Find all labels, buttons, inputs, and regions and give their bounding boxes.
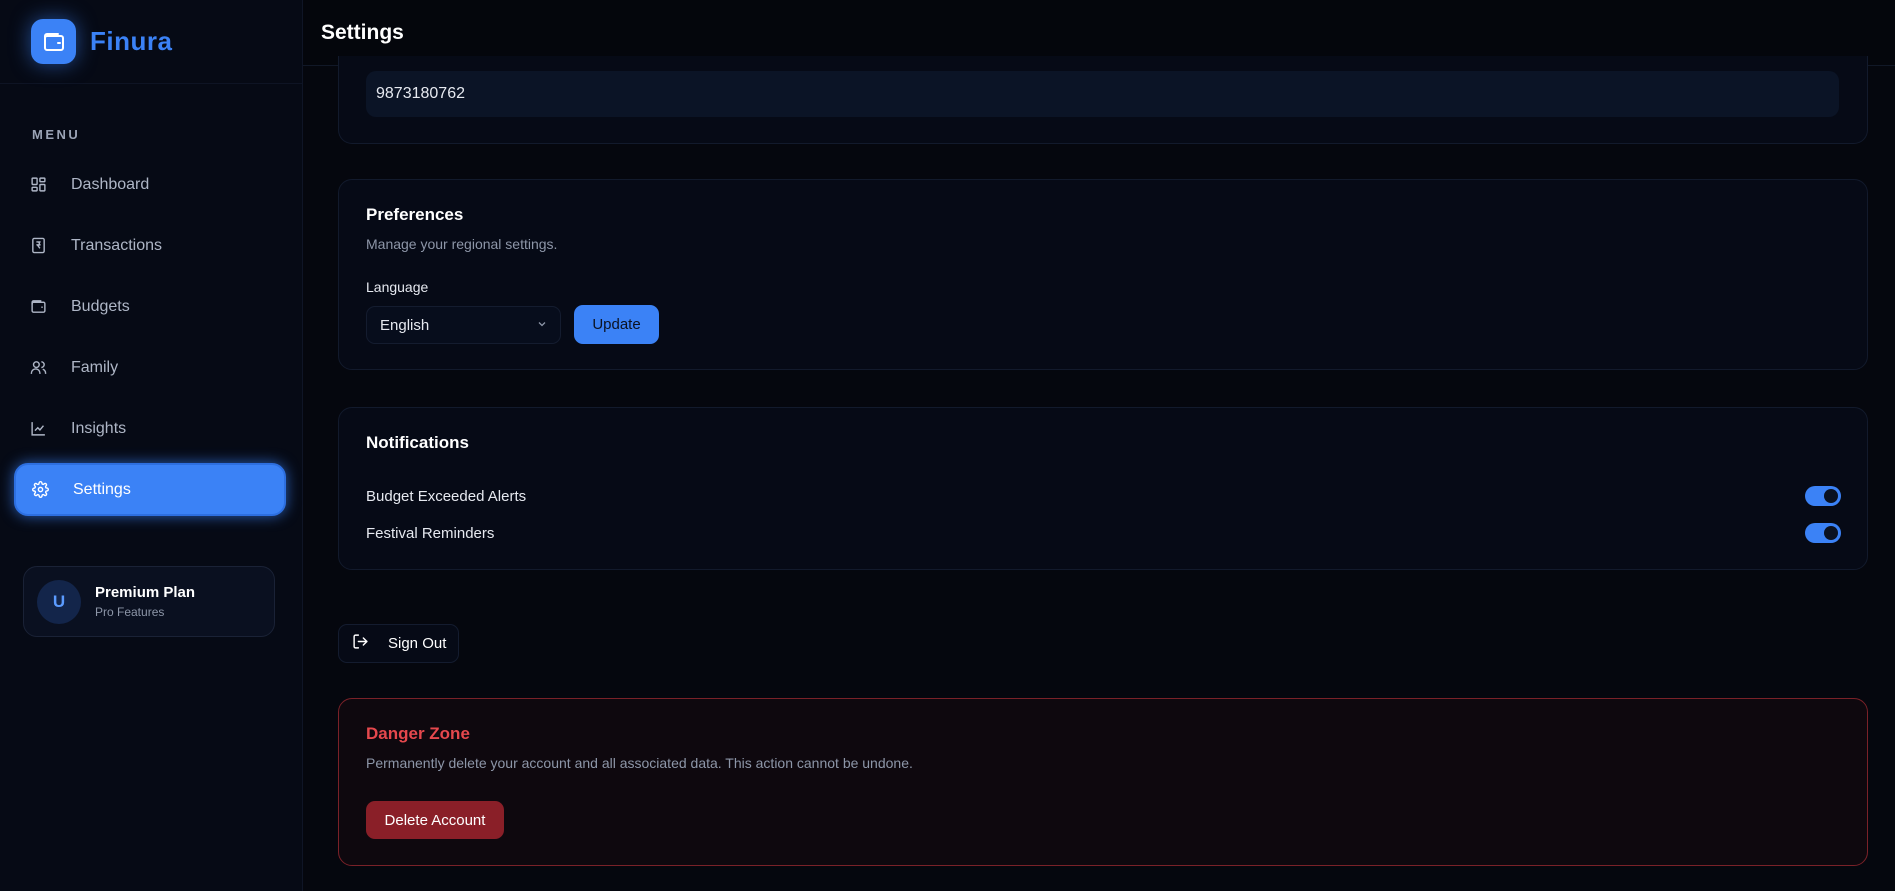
- festival-reminders-toggle[interactable]: [1805, 523, 1841, 543]
- receipt-icon: [28, 236, 48, 256]
- sidebar-item-settings[interactable]: Settings: [14, 463, 286, 516]
- chart-line-icon: [28, 419, 48, 439]
- language-select-value: English: [380, 316, 430, 334]
- plan-text: Premium Plan Pro Features: [95, 584, 195, 619]
- profile-card: 9873180762: [338, 56, 1868, 144]
- toggle-label: Budget Exceeded Alerts: [366, 487, 527, 505]
- wallet-icon: [31, 19, 76, 64]
- sign-out-button[interactable]: Sign Out: [338, 624, 459, 663]
- toggle-knob: [1824, 489, 1838, 503]
- danger-zone-title: Danger Zone: [366, 724, 470, 743]
- toggle-label: Festival Reminders: [366, 524, 495, 542]
- wallet-icon: [28, 297, 48, 317]
- grid-icon: [28, 175, 48, 195]
- users-icon: [28, 358, 48, 378]
- language-label: Language: [366, 279, 429, 295]
- sidebar-item-label: Transactions: [71, 236, 162, 254]
- menu-label: MENU: [32, 127, 81, 142]
- sign-out-icon: [352, 633, 369, 654]
- brand[interactable]: Finura: [0, 0, 302, 84]
- preferences-title: Preferences: [366, 205, 464, 224]
- gear-icon: [30, 480, 50, 500]
- chevron-down-icon: [536, 317, 548, 334]
- notification-row-budget: Budget Exceeded Alerts: [366, 485, 1841, 507]
- sidebar-item-dashboard[interactable]: Dashboard: [14, 158, 286, 211]
- budget-alerts-toggle[interactable]: [1805, 486, 1841, 506]
- sidebar-nav: Dashboard Transactions Budgets Family In…: [14, 158, 286, 524]
- sidebar-item-label: Dashboard: [71, 175, 150, 193]
- toggle-knob: [1824, 526, 1838, 540]
- notification-row-festival: Festival Reminders: [366, 522, 1841, 544]
- preferences-description: Manage your regional settings.: [366, 236, 558, 252]
- sidebar-item-insights[interactable]: Insights: [14, 402, 286, 455]
- plan-card[interactable]: U Premium Plan Pro Features: [23, 566, 275, 637]
- update-button[interactable]: Update: [574, 305, 659, 344]
- sidebar-item-label: Budgets: [71, 297, 130, 315]
- plan-title: Premium Plan: [95, 584, 196, 601]
- sidebar: Finura MENU Dashboard Transactions Budge…: [0, 0, 303, 891]
- sidebar-item-transactions[interactable]: Transactions: [14, 219, 286, 272]
- sidebar-item-label: Family: [71, 358, 119, 376]
- phone-field[interactable]: 9873180762: [366, 71, 1839, 117]
- sign-out-label: Sign Out: [388, 635, 447, 652]
- page-title: Settings: [321, 20, 404, 44]
- danger-zone-description: Permanently delete your account and all …: [366, 755, 913, 771]
- notifications-title: Notifications: [366, 433, 469, 452]
- app-root: Finura MENU Dashboard Transactions Budge…: [0, 0, 1895, 891]
- sidebar-item-label: Settings: [73, 480, 131, 498]
- notifications-card: Notifications Budget Exceeded Alerts Fes…: [338, 407, 1868, 570]
- sidebar-item-budgets[interactable]: Budgets: [14, 280, 286, 333]
- delete-account-button[interactable]: Delete Account: [366, 801, 504, 839]
- preferences-card: Preferences Manage your regional setting…: [338, 179, 1868, 370]
- sidebar-item-family[interactable]: Family: [14, 341, 286, 394]
- danger-zone-card: Danger Zone Permanently delete your acco…: [338, 698, 1868, 866]
- main-content: Settings 9873180762 Preferences Manage y…: [303, 0, 1895, 891]
- plan-subtitle: Pro Features: [95, 605, 165, 619]
- avatar: U: [37, 579, 81, 624]
- sidebar-item-label: Insights: [71, 419, 127, 437]
- language-select[interactable]: English: [366, 306, 561, 344]
- brand-name: Finura: [90, 26, 173, 56]
